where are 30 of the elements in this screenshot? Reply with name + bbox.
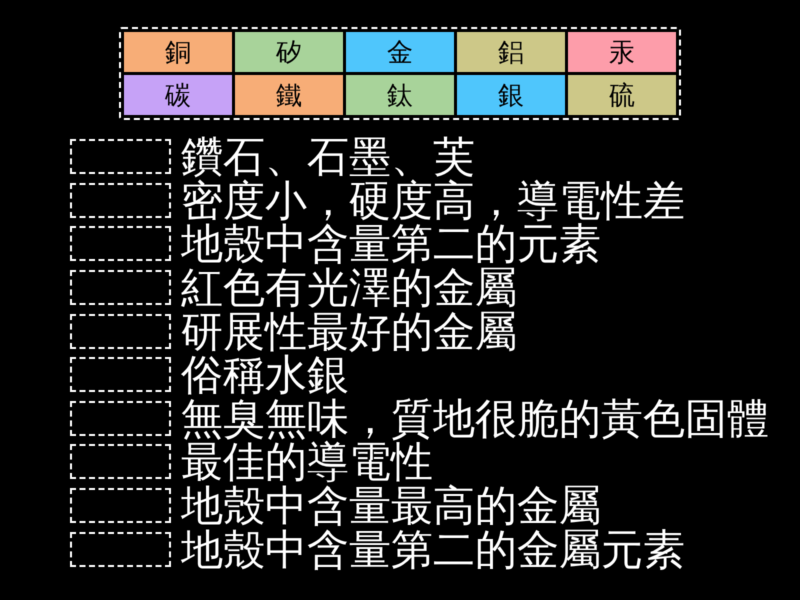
clue-text: 地殼中含量最高的金屬 bbox=[181, 484, 601, 528]
answer-box[interactable] bbox=[70, 182, 171, 218]
answer-box[interactable] bbox=[70, 400, 171, 436]
word-tile[interactable]: 銅 bbox=[124, 32, 232, 72]
word-tile[interactable]: 矽 bbox=[235, 32, 343, 72]
word-tile[interactable]: 鐵 bbox=[235, 75, 343, 115]
word-tile[interactable]: 硫 bbox=[568, 75, 676, 115]
clue-text: 無臭無味，質地很脆的黃色固體 bbox=[181, 396, 769, 440]
clue-text: 地殼中含量第二的元素 bbox=[181, 222, 601, 266]
word-tile[interactable]: 鈦 bbox=[346, 75, 454, 115]
clue-text: 紅色有光澤的金屬 bbox=[181, 266, 517, 310]
answer-box[interactable] bbox=[70, 139, 171, 174]
answer-box[interactable] bbox=[70, 357, 171, 392]
answer-box[interactable] bbox=[70, 444, 171, 480]
clue-text: 研展性最好的金屬 bbox=[181, 310, 517, 353]
clue-text: 俗稱水銀 bbox=[181, 353, 349, 396]
clue-text: 最佳的導電性 bbox=[181, 440, 433, 484]
clue-text: 鑽石、石墨、芙 bbox=[181, 135, 475, 178]
clue-text: 地殼中含量第二的金屬元素 bbox=[181, 528, 685, 571]
answer-box[interactable] bbox=[70, 226, 171, 262]
word-tile[interactable]: 碳 bbox=[124, 75, 232, 115]
word-tile[interactable]: 鋁 bbox=[457, 32, 565, 72]
answer-box[interactable] bbox=[70, 270, 171, 306]
answer-box[interactable] bbox=[70, 532, 171, 567]
answer-box[interactable] bbox=[70, 314, 171, 349]
answer-box[interactable] bbox=[70, 488, 171, 524]
clue-text: 密度小，硬度高，導電性差 bbox=[181, 178, 685, 222]
word-tile[interactable]: 金 bbox=[346, 32, 454, 72]
word-tile[interactable]: 汞 bbox=[568, 32, 676, 72]
word-tile[interactable]: 銀 bbox=[457, 75, 565, 115]
